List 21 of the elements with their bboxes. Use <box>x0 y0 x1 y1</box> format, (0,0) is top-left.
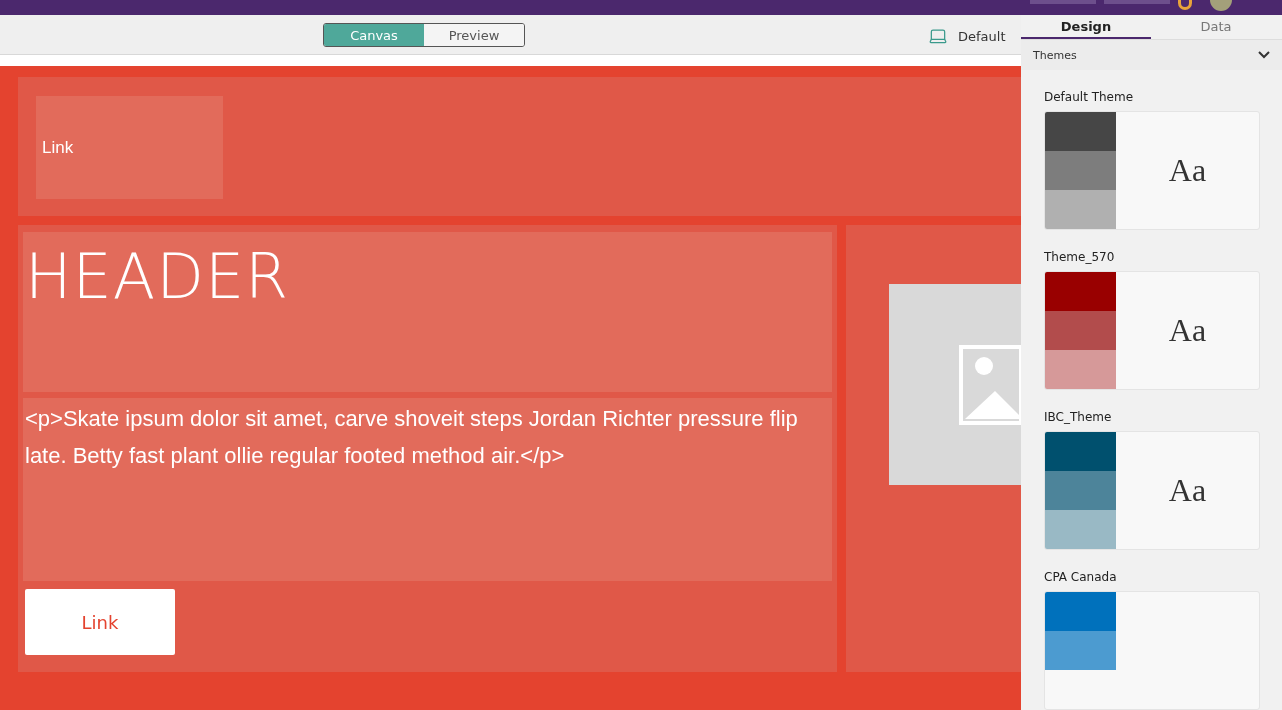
theme-name: CPA Canada <box>1044 570 1118 584</box>
avatar[interactable] <box>1210 0 1232 11</box>
link-button[interactable]: Link <box>25 589 175 655</box>
theme-card[interactable]: Aa <box>1044 431 1260 550</box>
chevron-icon <box>1258 51 1270 60</box>
paragraph-text: <p>Skate ipsum dolor sit amet, carve shoveit steps Jordan Richter pressure flip late. Betty fast plant ollie regular footed method air.</p> <box>23 398 832 581</box>
image-icon <box>959 344 1021 425</box>
theme-name: IBC_Theme <box>1044 410 1113 424</box>
font-sample: Aa <box>1168 472 1207 509</box>
font-sample: Aa <box>1168 312 1207 349</box>
font-sample: Aa <box>1168 152 1207 189</box>
device-label[interactable]: Default <box>958 28 1006 44</box>
theme-card[interactable] <box>1044 591 1260 710</box>
view-toggle[interactable]: Preview <box>424 24 524 46</box>
panel-tab[interactable]: Data <box>1151 15 1281 40</box>
theme-card[interactable]: Aa <box>1044 111 1260 230</box>
theme-card[interactable]: Aa <box>1044 271 1260 390</box>
theme-name: Theme_570 <box>1044 250 1116 264</box>
theme-name: Default Theme <box>1044 90 1135 104</box>
header-text: HEADER <box>23 232 832 392</box>
themes-section-header[interactable]: Themes <box>1021 40 1282 70</box>
